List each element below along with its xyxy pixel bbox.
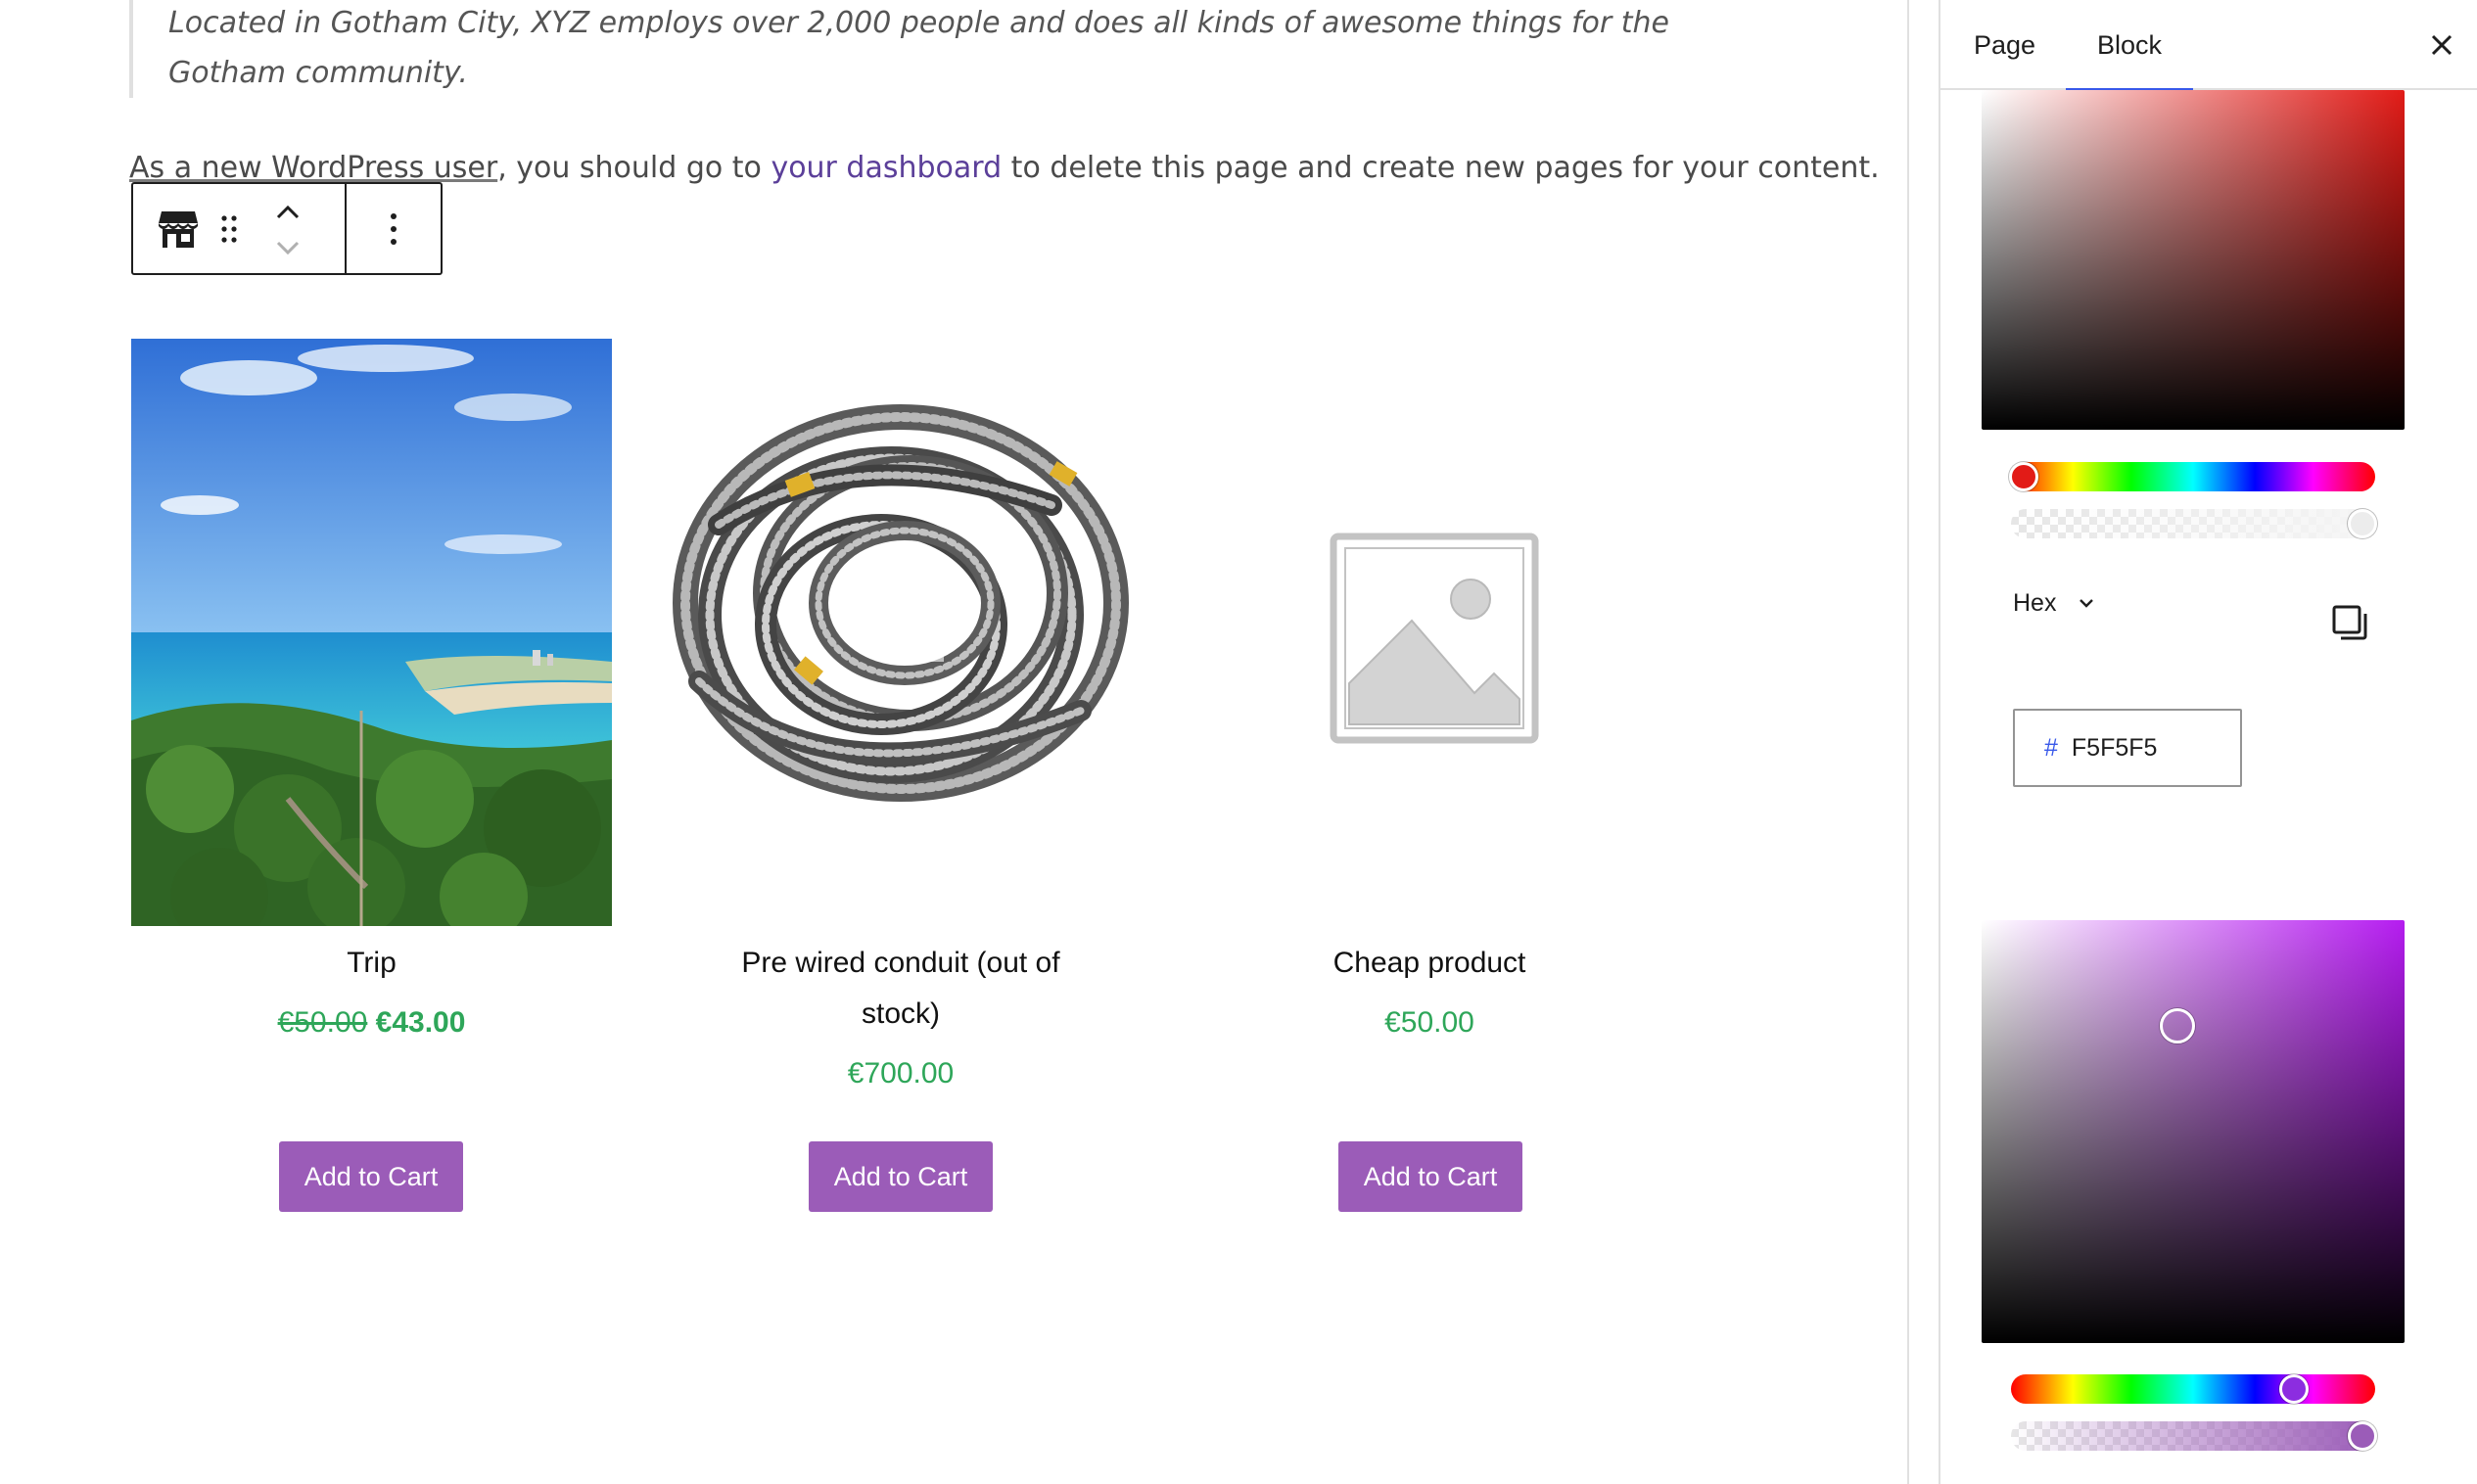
block-toolbar-main-group [133, 184, 347, 273]
drag-handle-icon[interactable] [213, 209, 245, 249]
product-price-cheap: €50.00 [1384, 1006, 1474, 1039]
chevron-down-icon[interactable] [268, 233, 307, 262]
color-format-label: Hex [2013, 588, 2057, 617]
alpha-slider[interactable] [2011, 509, 2377, 538]
block-toolbar-options-group [347, 184, 441, 273]
hue-slider-handle-2[interactable] [2279, 1374, 2309, 1404]
saturation-handle[interactable] [2160, 1008, 2195, 1043]
quote-text: Located in Gotham City, XYZ employs over… [168, 6, 1669, 90]
alpha-slider-2[interactable] [2011, 1421, 2377, 1451]
beach-landscape-photo[interactable] [131, 339, 612, 926]
quote-block[interactable]: Located in Gotham City, XYZ employs over… [129, 0, 1696, 98]
sale-price: €43.00 [375, 1006, 466, 1039]
add-to-cart-button-trip[interactable]: Add to Cart [279, 1141, 463, 1212]
product-price-trip: €50.00 €43.00 [131, 998, 612, 1047]
editor-canvas: Located in Gotham City, XYZ employs over… [0, 0, 1909, 1484]
block-toolbar [131, 182, 443, 275]
intro-text: , you should go to [497, 151, 771, 185]
add-to-cart-button-conduit[interactable]: Add to Cart [809, 1141, 993, 1212]
sidebar-tabs: Page Block [1940, 0, 2477, 92]
chevron-down-icon [2080, 599, 2094, 608]
settings-sidebar: Page Block Hex # [1939, 0, 2477, 1484]
copy-icon[interactable] [2326, 599, 2373, 646]
hue-slider-2[interactable] [2011, 1374, 2375, 1404]
alpha-slider-handle[interactable] [2348, 509, 2377, 538]
close-icon[interactable] [2420, 23, 2463, 67]
product-title-line-2: stock) [861, 997, 940, 1030]
hex-color-field[interactable]: # [2013, 709, 2242, 787]
color-saturation-area[interactable] [1982, 90, 2405, 430]
color-saturation-area-2[interactable] [1982, 920, 2405, 1343]
regular-price: €50.00 [277, 1006, 368, 1039]
hue-slider-handle[interactable] [2009, 462, 2038, 491]
coiled-conduit-photo[interactable] [660, 358, 1142, 906]
hue-slider[interactable] [2009, 462, 2375, 491]
store-icon[interactable] [155, 206, 202, 253]
color-format-select[interactable]: Hex [2013, 580, 2121, 626]
product-title-trip[interactable]: Trip [131, 938, 612, 989]
product-title-cheap[interactable]: Cheap product [1189, 938, 1670, 989]
alpha-slider-fill [2011, 509, 2375, 538]
product-title-line-1: Pre wired conduit (out of [741, 947, 1060, 979]
product-title-conduit[interactable]: Pre wired conduit (out of stock) [660, 938, 1142, 1040]
placeholder-image-icon[interactable] [1189, 339, 1670, 926]
canvas-scrollbar-track[interactable] [1907, 0, 1909, 1484]
add-to-cart-button-cheap[interactable]: Add to Cart [1338, 1141, 1522, 1212]
product-price-conduit: €700.00 [847, 1057, 955, 1090]
more-vertical-icon[interactable] [374, 200, 413, 258]
alpha-slider-handle-2[interactable] [2348, 1421, 2377, 1451]
intro-text-end: to delete this page and create new pages… [1002, 151, 1880, 185]
tab-page[interactable]: Page [1974, 0, 2035, 90]
hex-prefix: # [2044, 733, 2058, 762]
dashboard-link[interactable]: your dashboard [771, 151, 1002, 185]
tab-block[interactable]: Block [2066, 0, 2194, 92]
chevron-up-icon[interactable] [268, 198, 307, 227]
hex-color-input[interactable] [2071, 733, 2219, 763]
intro-text-underlined: As a new WordPress user [129, 151, 498, 185]
alpha-slider-fill-2 [2011, 1421, 2375, 1451]
